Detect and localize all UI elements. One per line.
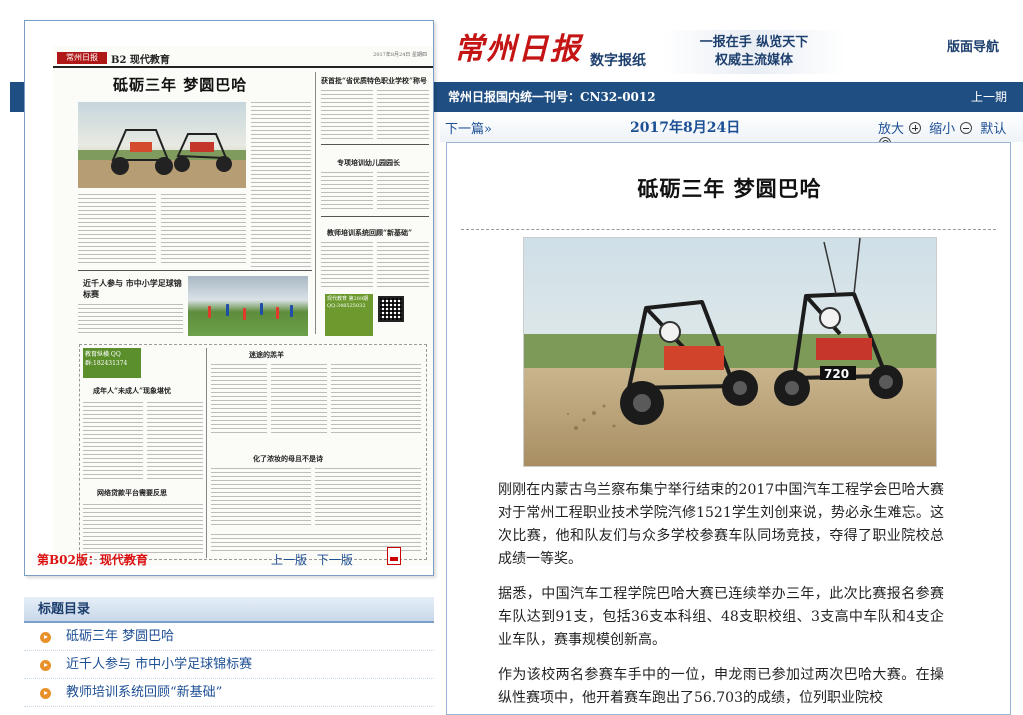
cn-number: 常州日报国内统一刊号：CN32-0012 [448, 90, 656, 104]
thumb-text-block [271, 364, 327, 434]
thumb-headline[interactable]: 砥砺三年 梦圆巴哈 [113, 74, 247, 95]
arrow-bullet-icon [40, 632, 51, 643]
double-arrow-icon: » [484, 122, 492, 137]
qr-code-icon [378, 296, 404, 322]
slogan-line-1: 一报在手 纵览天下 [699, 35, 809, 50]
car-number-label: 720 [824, 367, 849, 381]
arrow-bullet-icon [40, 688, 51, 699]
toc-title: 标题目录 [24, 597, 434, 623]
thumb-divider [315, 72, 316, 334]
minus-icon [960, 122, 973, 134]
thumb-lower-headline[interactable]: 化了浓妆的母且不是诗 [253, 454, 373, 463]
plus-icon [909, 122, 922, 134]
thumb-lower-headline[interactable]: 网络贷款平台需要反思 [97, 488, 207, 497]
page-nav: 上一版 下一版 [271, 551, 359, 568]
page-label: 第B02版：现代教育 [37, 553, 148, 567]
toc-item[interactable]: 砥砺三年 梦圆巴哈 [24, 623, 434, 651]
thumb-text-block [78, 194, 156, 264]
thumb-page-code: B2 [111, 55, 127, 66]
thumb-side-headline[interactable]: 教师培训系统回顾“新基础” [327, 228, 431, 237]
pdf-icon[interactable] [387, 547, 401, 565]
slogan-line-2: 权威主流媒体 [714, 53, 793, 68]
zoom-in-label: 放大 [878, 122, 905, 137]
zoom-in-button[interactable]: 放大 [878, 122, 922, 137]
thumb-text-block [331, 364, 421, 434]
thumb-logo: 常州日报 [57, 52, 107, 64]
thumb-text-block [315, 468, 421, 528]
zoom-out-button[interactable]: 缩小 [929, 122, 973, 137]
thumb-side-headline[interactable]: 专项培训幼儿园园长 [337, 158, 433, 167]
thumb-text-block [161, 194, 246, 264]
toc-panel: 标题目录 砥砺三年 梦圆巴哈 近千人参与 市中小学足球锦标赛 教师培训系统回顾“… [24, 597, 434, 715]
brand-logo[interactable]: 常州日报 [454, 24, 582, 68]
thumb-lower-headline[interactable]: 迷途的羔羊 [249, 350, 329, 359]
thumb-section-name: 现代教育 [129, 55, 170, 66]
toc-item-label: 近千人参与 市中小学足球锦标赛 [66, 657, 253, 672]
thumb-text-block [321, 90, 373, 140]
prev-issue-link[interactable]: 上一期 [971, 82, 1007, 112]
thumb-rule [321, 144, 429, 145]
thumb-lower-headline[interactable]: 成年人“未成人”现象堪忧 [93, 386, 213, 395]
thumb-text-block [377, 172, 429, 212]
issue-date: 2017年8月24日 [630, 120, 741, 136]
thumb-text-block [211, 468, 311, 528]
article-paragraph: 作为该校两名参赛车手中的一位，申龙雨已参加过两次巴哈大赛。在操纵性赛项中，他开着… [498, 667, 944, 706]
page-nav-guide-link[interactable]: 版面导航 [947, 36, 999, 55]
right-panel: 常州日报 数字报纸 一报在手 纵览天下 权威主流媒体 版面导航 常州日报国内统一… [440, 0, 1023, 715]
thumb-ad-box: 现代教育 第289期 QQ:348525032 [325, 294, 373, 336]
thumb-photo-football[interactable] [188, 276, 308, 336]
thumb-text-block [321, 172, 373, 212]
thumb-section: B2 现代教育 [111, 51, 170, 66]
thumb-date: 2017年8月24日 星期四 [373, 52, 427, 58]
next-article-label: 下一篇 [445, 122, 485, 137]
thumb-side-headline[interactable]: 获首批“省优质特色职业学校”称号 [321, 76, 431, 85]
article-panel: 砥砺三年 梦圆巴哈 720 刚刚在内蒙古乌兰察布集宁举行结束的2017中国汽车工… [446, 142, 1011, 715]
thumb-text-block [377, 90, 429, 140]
thumb-divider [206, 348, 207, 558]
thumb-text-block [83, 504, 203, 554]
issue-bar: 常州日报国内统一刊号：CN32-0012 上一期 [440, 82, 1023, 112]
page-thumbnail-frame[interactable]: 常州日报 B2 现代教育 2017年8月24日 星期四 砥砺三年 梦圆巴哈 获首… [24, 20, 434, 576]
thumb-header: 常州日报 B2 现代教育 2017年8月24日 星期四 [53, 46, 433, 68]
toc-item[interactable]: 近千人参与 市中小学足球锦标赛 [24, 651, 434, 679]
thumb-text-block [377, 242, 429, 290]
article-body: 刚刚在内蒙古乌兰察布集宁举行结束的2017中国汽车工程学会巴哈大赛对于常州工程职… [498, 479, 944, 714]
thumb-rule [321, 216, 429, 217]
slogan-banner: 一报在手 纵览天下 权威主流媒体 [662, 30, 846, 74]
left-panel: 常州日报 B2 现代教育 2017年8月24日 星期四 砥砺三年 梦圆巴哈 获首… [0, 0, 440, 715]
article-paragraph: 据悉，中国汽车工程学院巴哈大赛已连续举办三年，此次比赛报名参赛车队达到91支，包… [498, 586, 944, 648]
thumb-text-block [211, 364, 267, 434]
thumb-text-block [251, 102, 311, 270]
thumb-text-block [83, 402, 143, 482]
prev-page-link[interactable]: 上一版 [271, 553, 307, 567]
toc-item-label: 教师培训系统回顾“新基础” [66, 685, 223, 700]
toc-item[interactable]: 教师培训系统回顾“新基础” [24, 679, 434, 707]
thumb-text-block [321, 242, 373, 290]
brand-subtitle: 数字报纸 [590, 53, 646, 69]
thumb-green-box: 教育纵横 QQ群:182431374 [83, 348, 141, 378]
article-title: 砥砺三年 梦圆巴哈 [637, 176, 822, 201]
arrow-bullet-icon [40, 660, 51, 671]
next-article-link[interactable]: 下一篇» [445, 118, 492, 137]
masthead: 常州日报 数字报纸 一报在手 纵览天下 权威主流媒体 版面导航 [440, 0, 1023, 82]
article-divider [461, 229, 996, 230]
page-thumbnail[interactable]: 常州日报 B2 现代教育 2017年8月24日 星期四 砥砺三年 梦圆巴哈 获首… [53, 46, 433, 566]
thumb-mid-headline[interactable]: 近千人参与 市中小学足球锦标赛 [83, 278, 183, 300]
article-toolbar: 下一篇» 2017年8月24日 放大 缩小 默认 [440, 112, 1023, 149]
toc-item-label: 砥砺三年 梦圆巴哈 [66, 629, 175, 644]
thumb-text-block [78, 304, 183, 336]
article-paragraph: 刚刚在内蒙古乌兰察布集宁举行结束的2017中国汽车工程学会巴哈大赛对于常州工程职… [498, 482, 944, 567]
zoom-out-label: 缩小 [929, 122, 956, 137]
thumb-text-block [147, 402, 203, 482]
article-photo[interactable]: 720 [523, 237, 937, 467]
thumb-rule [78, 270, 312, 271]
thumb-photo-cars[interactable] [78, 102, 246, 188]
zoom-reset-label: 默认 [980, 122, 1007, 137]
next-page-link[interactable]: 下一版 [317, 553, 353, 567]
